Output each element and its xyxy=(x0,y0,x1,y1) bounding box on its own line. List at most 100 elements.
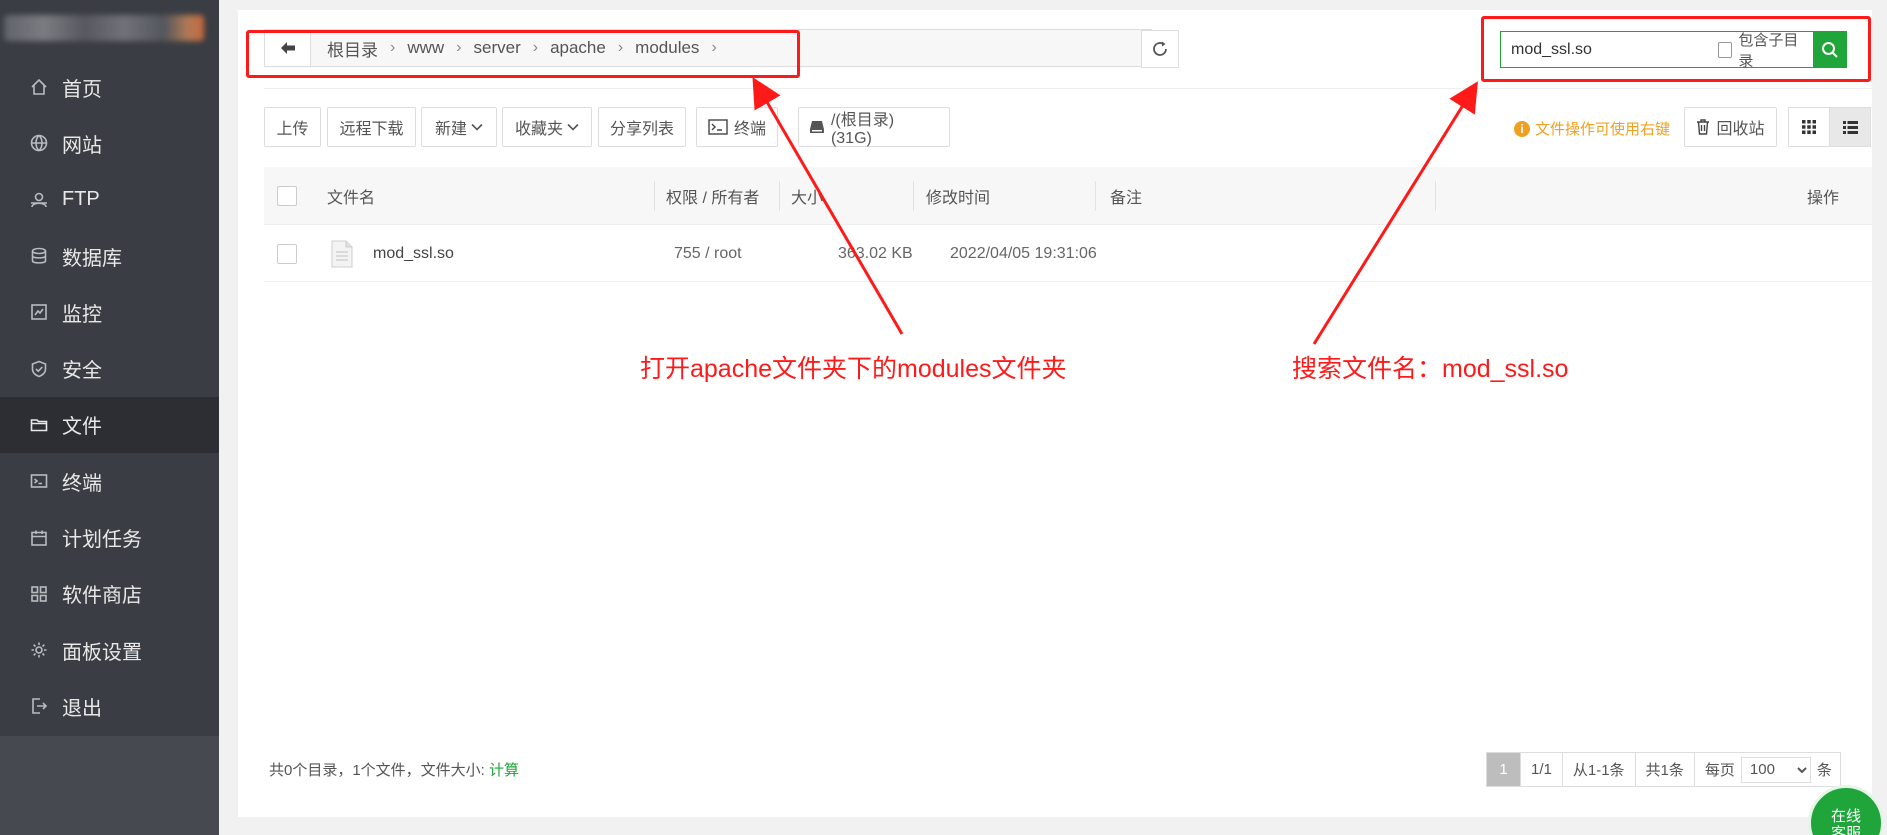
sidebar-item-security[interactable]: 安全 xyxy=(0,340,219,396)
sidebar: 首页 网站 FTP 数据库 监控 安全 文件 终端 计划任务 软件商店 面板设置… xyxy=(0,0,219,835)
divider xyxy=(264,88,1872,89)
select-all-checkbox[interactable] xyxy=(277,167,297,225)
page-total: 1/1 xyxy=(1521,752,1563,787)
tip-text: 文件操作可使用右键 xyxy=(1535,121,1671,138)
page-range: 从1-1条 xyxy=(1562,752,1636,787)
sidebar-item-label: 文件 xyxy=(62,416,102,439)
sidebar-item-ftp[interactable]: FTP xyxy=(0,172,219,228)
sidebar-item-label: 面板设置 xyxy=(62,641,142,664)
terminal-button[interactable]: 终端 xyxy=(696,107,778,147)
database-icon xyxy=(28,245,50,267)
share-list-label: 分享列表 xyxy=(609,121,674,138)
favorites-label: 收藏夹 xyxy=(514,121,563,138)
pagination: 1 1/1 从1-1条 共1条 每页 100 条 xyxy=(1486,752,1841,787)
page-current[interactable]: 1 xyxy=(1486,752,1521,787)
calendar-icon xyxy=(28,527,50,549)
terminal-icon xyxy=(708,119,728,135)
sidebar-item-label: 退出 xyxy=(62,697,102,720)
sidebar-item-cron[interactable]: 计划任务 xyxy=(0,509,219,565)
chevron-down-icon xyxy=(567,123,579,131)
brand-logo xyxy=(0,0,219,56)
sidebar-item-label: 数据库 xyxy=(62,247,122,270)
file-manager-panel: 根目录 › www › server › apache › modules › … xyxy=(238,10,1872,817)
summary-info: 共0个目录，1个文件，文件大小: 计算 xyxy=(269,759,519,780)
upload-button[interactable]: 上传 xyxy=(264,107,321,147)
favorites-dropdown-button[interactable]: 收藏夹 xyxy=(502,107,592,147)
sidebar-item-website[interactable]: 网站 xyxy=(0,115,219,171)
refresh-icon xyxy=(1153,41,1167,56)
terminal-icon xyxy=(28,470,50,492)
per-page-select[interactable]: 100 xyxy=(1740,756,1811,783)
table-row[interactable]: mod_ssl.so 755 / root 363.02 KB 2022/04/… xyxy=(264,225,1872,282)
sidebar-item-label: 终端 xyxy=(62,472,102,495)
disk-button[interactable]: /(根目录) (31G) xyxy=(798,107,950,147)
list-view-button[interactable] xyxy=(1829,107,1871,147)
column-operations: 操作 xyxy=(1807,190,1840,207)
sidebar-item-label: 网站 xyxy=(62,134,102,157)
sidebar-item-monitor[interactable]: 监控 xyxy=(0,284,219,340)
file-icon xyxy=(331,225,353,282)
folder-icon xyxy=(28,414,50,436)
info-icon: i xyxy=(1514,120,1530,137)
sidebar-footer xyxy=(0,736,219,835)
annotation-text-left: 打开apache文件夹下的modules文件夹 xyxy=(640,355,1067,383)
row-checkbox[interactable] xyxy=(277,225,297,282)
column-divider xyxy=(1095,181,1096,211)
recycle-label: 回收站 xyxy=(1716,121,1765,138)
service-label-2: 客服 xyxy=(1830,825,1861,835)
new-dropdown-button[interactable]: 新建 xyxy=(421,107,497,147)
globe-icon xyxy=(28,132,50,154)
service-label-1: 在线 xyxy=(1830,808,1861,825)
column-divider xyxy=(913,181,914,211)
remote-download-button[interactable]: 远程下载 xyxy=(327,107,416,147)
logout-icon xyxy=(28,695,50,717)
column-note[interactable]: 备注 xyxy=(1110,167,1142,225)
column-name[interactable]: 文件名 xyxy=(327,167,375,225)
disk-label: /(根目录) (31G) xyxy=(830,112,895,147)
share-list-button[interactable]: 分享列表 xyxy=(598,107,686,147)
checkbox[interactable] xyxy=(277,243,297,264)
sidebar-item-files[interactable]: 文件 xyxy=(0,396,219,454)
sidebar-item-label: 计划任务 xyxy=(62,529,142,552)
trash-icon xyxy=(1697,119,1710,135)
right-click-tip: i 文件操作可使用右键 xyxy=(1514,118,1670,139)
sidebar-item-terminal[interactable]: 终端 xyxy=(0,453,219,509)
column-mtime[interactable]: 修改时间 xyxy=(926,167,990,225)
chevron-down-icon xyxy=(471,123,483,131)
column-divider xyxy=(654,181,655,211)
sidebar-item-label: 首页 xyxy=(62,78,102,101)
home-icon xyxy=(28,76,50,98)
annotation-box-search xyxy=(1481,16,1871,82)
per-page-label: 每页 xyxy=(1704,762,1735,779)
shield-icon xyxy=(28,358,50,380)
file-permission[interactable]: 755 / root xyxy=(674,225,742,282)
grid-icon xyxy=(1802,120,1816,134)
column-permission[interactable]: 权限 / 所有者 xyxy=(666,167,759,225)
sidebar-item-label: FTP xyxy=(62,188,100,211)
grid-view-button[interactable] xyxy=(1788,107,1830,147)
sidebar-item-database[interactable]: 数据库 xyxy=(0,228,219,284)
file-name[interactable]: mod_ssl.so xyxy=(373,225,454,282)
upload-label: 上传 xyxy=(276,121,309,138)
summary-text: 共0个目录，1个文件，文件大小: xyxy=(269,762,485,779)
column-size[interactable]: 大小 xyxy=(791,167,823,225)
list-icon xyxy=(1842,120,1858,134)
calculate-size-link[interactable]: 计算 xyxy=(489,762,519,779)
sidebar-item-logout[interactable]: 退出 xyxy=(0,678,219,734)
sidebar-item-home[interactable]: 首页 xyxy=(0,59,219,115)
refresh-button[interactable] xyxy=(1141,30,1179,68)
file-mtime: 2022/04/05 19:31:06 xyxy=(950,244,1097,262)
sidebar-item-settings[interactable]: 面板设置 xyxy=(0,622,219,678)
annotation-text-right: 搜索文件名：mod_ssl.so xyxy=(1292,355,1569,383)
column-divider xyxy=(779,181,780,211)
remote-download-label: 远程下载 xyxy=(339,121,404,138)
ftp-icon xyxy=(28,189,50,211)
page-count: 共1条 xyxy=(1635,752,1695,787)
sidebar-item-store[interactable]: 软件商店 xyxy=(0,566,219,622)
annotation-box-path xyxy=(246,30,800,78)
sidebar-nav: 首页 网站 FTP 数据库 监控 安全 文件 终端 计划任务 软件商店 面板设置… xyxy=(0,59,219,735)
recycle-bin-button[interactable]: 回收站 xyxy=(1684,107,1777,147)
table-header: 文件名 权限 / 所有者 大小 修改时间 备注 操作 xyxy=(264,167,1872,225)
apps-icon xyxy=(28,583,50,605)
checkbox[interactable] xyxy=(277,186,297,206)
